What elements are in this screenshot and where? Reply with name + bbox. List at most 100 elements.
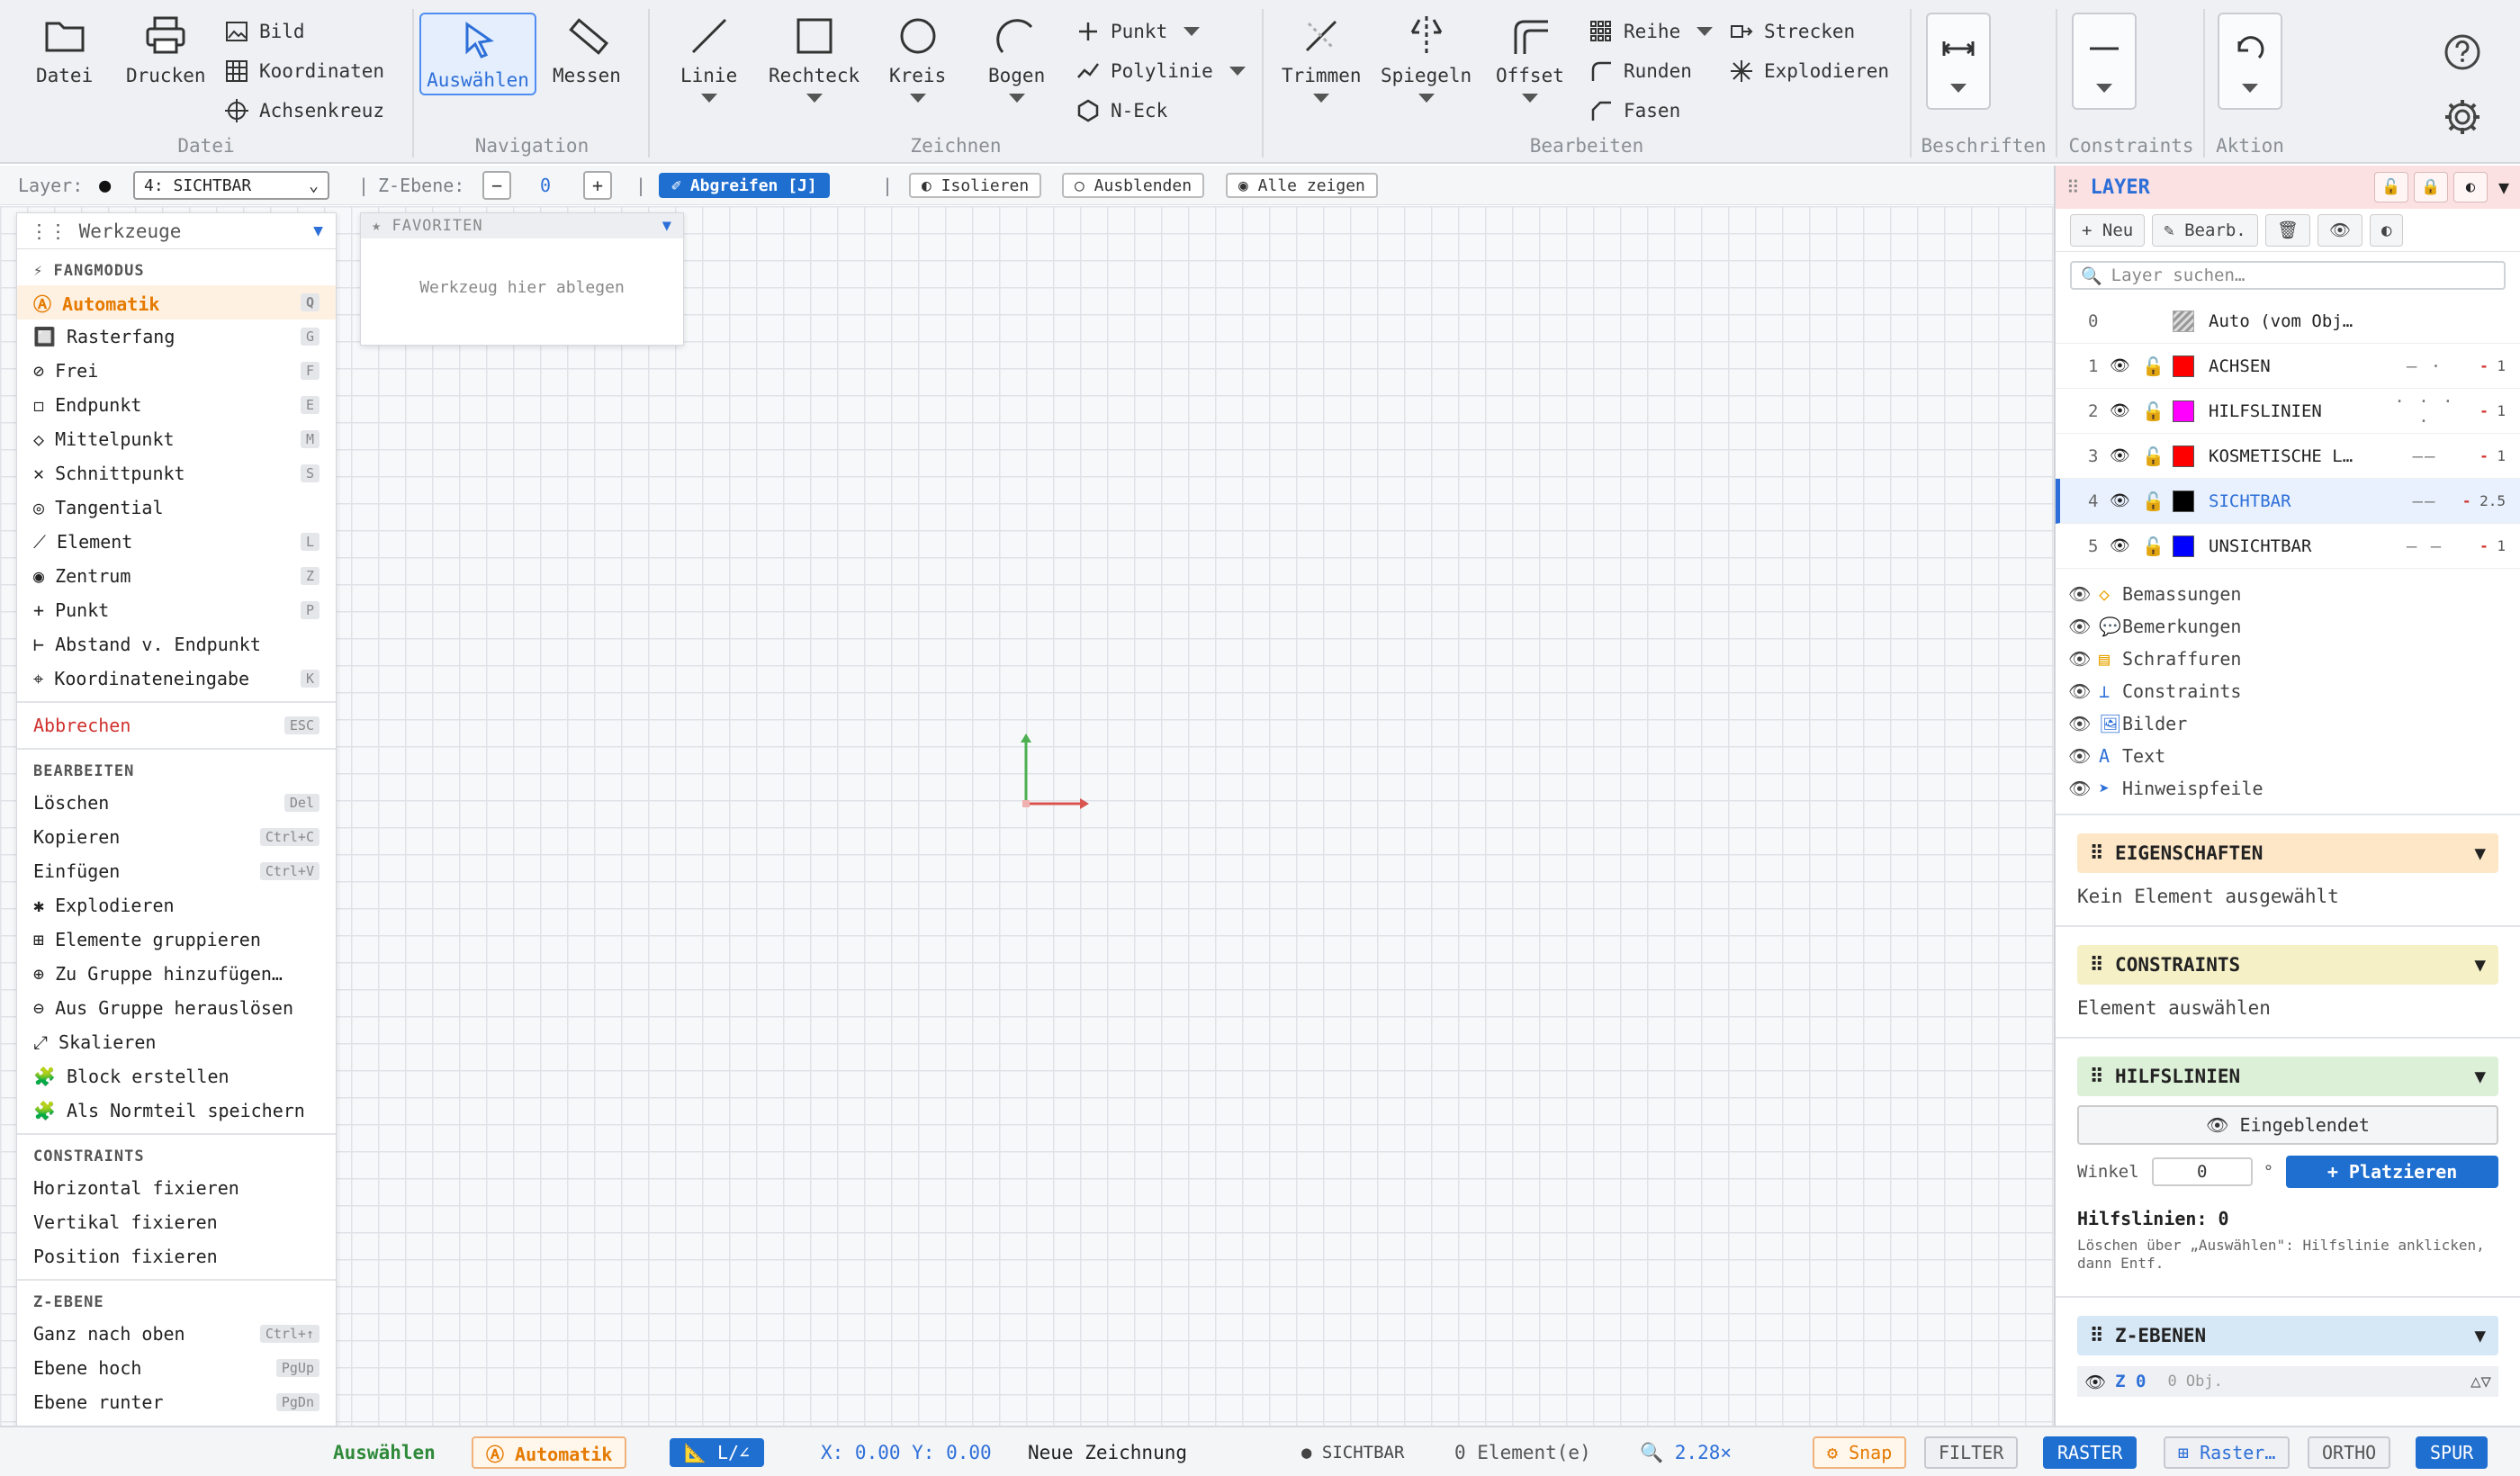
- collapse-triangle-icon[interactable]: ▼: [313, 221, 323, 240]
- layer-linetype[interactable]: ——: [2389, 446, 2461, 466]
- new-layer-button[interactable]: + Neu: [2070, 213, 2146, 247]
- layer-color-swatch[interactable]: [2173, 535, 2194, 557]
- layer-lineweight[interactable]: - 1: [2461, 537, 2506, 554]
- z-ebenen-header[interactable]: ⠿ Z-EBENEN ▼: [2077, 1316, 2498, 1355]
- tool-item[interactable]: Ganz nach oben Ctrl+↑: [17, 1317, 336, 1351]
- collapse-triangle-icon[interactable]: ▼: [2474, 954, 2486, 976]
- tool-item[interactable]: Kopieren Ctrl+C: [17, 820, 336, 854]
- hilfslinien-header[interactable]: ⠿ HILFSLINIEN ▼: [2077, 1057, 2498, 1096]
- tool-item[interactable]: ⊘ Frei F: [17, 354, 336, 388]
- category-item[interactable]: 👁 ▤ Schraffuren: [2056, 643, 2520, 675]
- z-value[interactable]: 0: [540, 166, 551, 205]
- eye-icon[interactable]: 👁: [2068, 616, 2099, 637]
- edit-layer-button[interactable]: ✎ Bearb.: [2152, 213, 2258, 247]
- eye-icon[interactable]: 👁: [2110, 491, 2142, 510]
- tool-item[interactable]: ⊢ Abstand v. Endpunkt: [17, 627, 336, 662]
- alle-zeigen-button[interactable]: ◉ Alle zeigen: [1226, 173, 1378, 198]
- abgreifen-button[interactable]: ✐ Abgreifen [J]: [659, 173, 830, 198]
- z-ebene-arrows[interactable]: △▽: [2470, 1372, 2491, 1391]
- status-snap-mode[interactable]: Ⓐ Automatik: [472, 1436, 627, 1469]
- lock-icon[interactable]: 🔒: [2413, 172, 2448, 202]
- tool-item[interactable]: ⊖ Aus Gruppe herauslösen: [17, 991, 336, 1025]
- ortho-button[interactable]: ORTHO: [2308, 1436, 2391, 1469]
- contrast-icon[interactable]: ◐: [2452, 172, 2488, 202]
- tool-item[interactable]: ◻ Endpunkt E: [17, 388, 336, 422]
- z-plus-button[interactable]: +: [583, 171, 612, 200]
- drag-handle-icon[interactable]: ⠿: [2066, 176, 2080, 198]
- eigenschaften-header[interactable]: ⠿ EIGENSCHAFTEN ▼: [2077, 833, 2498, 873]
- collapse-triangle-icon[interactable]: ▼: [2498, 176, 2509, 198]
- tool-item[interactable]: ◇ Mittelpunkt M: [17, 422, 336, 456]
- layer-lineweight[interactable]: - 2.5: [2461, 492, 2506, 509]
- winkel-input[interactable]: 0: [2151, 1157, 2253, 1186]
- layer-linetype[interactable]: — —: [2389, 536, 2461, 556]
- snap-button[interactable]: ⚙ Snap: [1813, 1436, 1907, 1469]
- constraints-panel-header[interactable]: ⠿ CONSTRAINTS ▼: [2077, 945, 2498, 985]
- layer-select[interactable]: 4: SICHTBAR ⌄: [133, 171, 329, 200]
- eye-icon[interactable]: 👁: [2110, 446, 2142, 465]
- isolieren-button[interactable]: ◐ Isolieren: [909, 173, 1042, 198]
- collapse-triangle-icon[interactable]: ▼: [2474, 1325, 2486, 1346]
- eye-icon[interactable]: 👁: [2084, 1372, 2106, 1392]
- lock-icon[interactable]: 🔓: [2142, 400, 2173, 422]
- category-item[interactable]: 👁 ◇ Bemassungen: [2056, 578, 2520, 610]
- layer-row[interactable]: 3 👁 🔓 KOSMETISCHE L… —— - 1: [2056, 434, 2520, 479]
- eye-icon[interactable]: 👁: [2068, 778, 2099, 799]
- eye-icon[interactable]: 👁: [2317, 213, 2362, 247]
- layer-lineweight[interactable]: - 1: [2461, 357, 2506, 374]
- layer-row[interactable]: 1 👁 🔓 ACHSEN — · - 1: [2056, 344, 2520, 389]
- layer-lineweight[interactable]: - 1: [2461, 402, 2506, 419]
- category-item[interactable]: 👁 💬 Bemerkungen: [2056, 610, 2520, 643]
- eingeblendet-toggle[interactable]: 👁 Eingeblendet: [2077, 1105, 2498, 1145]
- tool-item[interactable]: 🧩 Block erstellen: [17, 1059, 336, 1094]
- tool-item[interactable]: ◎ Tangential: [17, 490, 336, 525]
- layer-search-input[interactable]: 🔍 Layer suchen…: [2070, 261, 2506, 290]
- raster-button[interactable]: RASTER: [2043, 1436, 2138, 1469]
- tool-item[interactable]: Löschen Del: [17, 786, 336, 820]
- eye-icon[interactable]: 👁: [2068, 583, 2099, 605]
- ausblenden-button[interactable]: ○ Ausblenden: [1062, 173, 1205, 198]
- layer-linetype[interactable]: · · · ·: [2389, 392, 2461, 431]
- lock-icon[interactable]: 🔓: [2142, 356, 2173, 377]
- z-ebene-row[interactable]: 👁 Z 0 0 Obj. △▽: [2077, 1366, 2498, 1397]
- favorites-header[interactable]: ★ FAVORITEN ▼: [361, 213, 683, 238]
- lock-icon[interactable]: 🔓: [2142, 490, 2173, 512]
- tool-item[interactable]: ◉ Zentrum Z: [17, 559, 336, 593]
- collapse-triangle-icon[interactable]: ▼: [2474, 842, 2486, 864]
- drag-handle-icon[interactable]: ⠿: [2090, 842, 2103, 864]
- tool-item[interactable]: ✕ Schnittpunkt S: [17, 456, 336, 490]
- tool-item[interactable]: ⟋ Element L: [17, 525, 336, 559]
- tool-item[interactable]: ⊞ Elemente gruppieren: [17, 922, 336, 957]
- spur-button[interactable]: SPUR: [2416, 1436, 2488, 1469]
- category-item[interactable]: 👁 ⊥ Constraints: [2056, 675, 2520, 707]
- tool-item[interactable]: 🔲 Rasterfang G: [17, 320, 336, 354]
- eye-icon[interactable]: 👁: [2068, 648, 2099, 670]
- drag-handle-icon[interactable]: ⠿: [2090, 1325, 2103, 1346]
- unlock-icon[interactable]: 🔓: [2373, 172, 2408, 202]
- tool-item[interactable]: Ⓐ Automatik Q: [17, 285, 336, 320]
- layer-row[interactable]: 5 👁 🔓 UNSICHTBAR — — - 1: [2056, 524, 2520, 569]
- eye-icon[interactable]: 👁: [2068, 680, 2099, 702]
- drag-handle-icon[interactable]: ⠿: [2090, 954, 2103, 976]
- trash-icon[interactable]: 🗑: [2264, 213, 2310, 247]
- tool-item[interactable]: Ebene runter PgDn: [17, 1385, 336, 1419]
- tool-item[interactable]: ⤢ Skalieren: [17, 1025, 336, 1059]
- tool-item[interactable]: ⌖ Koordinateneingabe K: [17, 662, 336, 696]
- z-minus-button[interactable]: −: [482, 171, 511, 200]
- tools-panel-header[interactable]: ⋮⋮ Werkzeuge ▼: [17, 213, 336, 249]
- platzieren-button[interactable]: + Platzieren: [2286, 1156, 2498, 1188]
- layer-row-auto[interactable]: 0 Auto (vom Obj…: [2056, 299, 2520, 344]
- layer-row[interactable]: 4 👁 🔓 SICHTBAR —— - 2.5: [2056, 479, 2520, 524]
- tool-item[interactable]: ⊕ Zu Gruppe hinzufügen…: [17, 957, 336, 991]
- category-item[interactable]: 👁 A Text: [2056, 740, 2520, 772]
- lock-icon[interactable]: 🔓: [2142, 446, 2173, 467]
- layer-linetype[interactable]: — ·: [2389, 356, 2461, 376]
- layer-lineweight[interactable]: - 1: [2461, 447, 2506, 464]
- category-item[interactable]: 👁 🖼 Bilder: [2056, 707, 2520, 740]
- tool-item[interactable]: Ebene hoch PgUp: [17, 1351, 336, 1385]
- raster-options-button[interactable]: ⊞ Raster…: [2164, 1436, 2290, 1469]
- tool-item[interactable]: ✱ Explodieren: [17, 888, 336, 922]
- eye-icon[interactable]: 👁: [2068, 713, 2099, 734]
- tool-item[interactable]: Position fixieren: [17, 1239, 336, 1274]
- drag-handle-icon[interactable]: ⠿: [2090, 1066, 2103, 1087]
